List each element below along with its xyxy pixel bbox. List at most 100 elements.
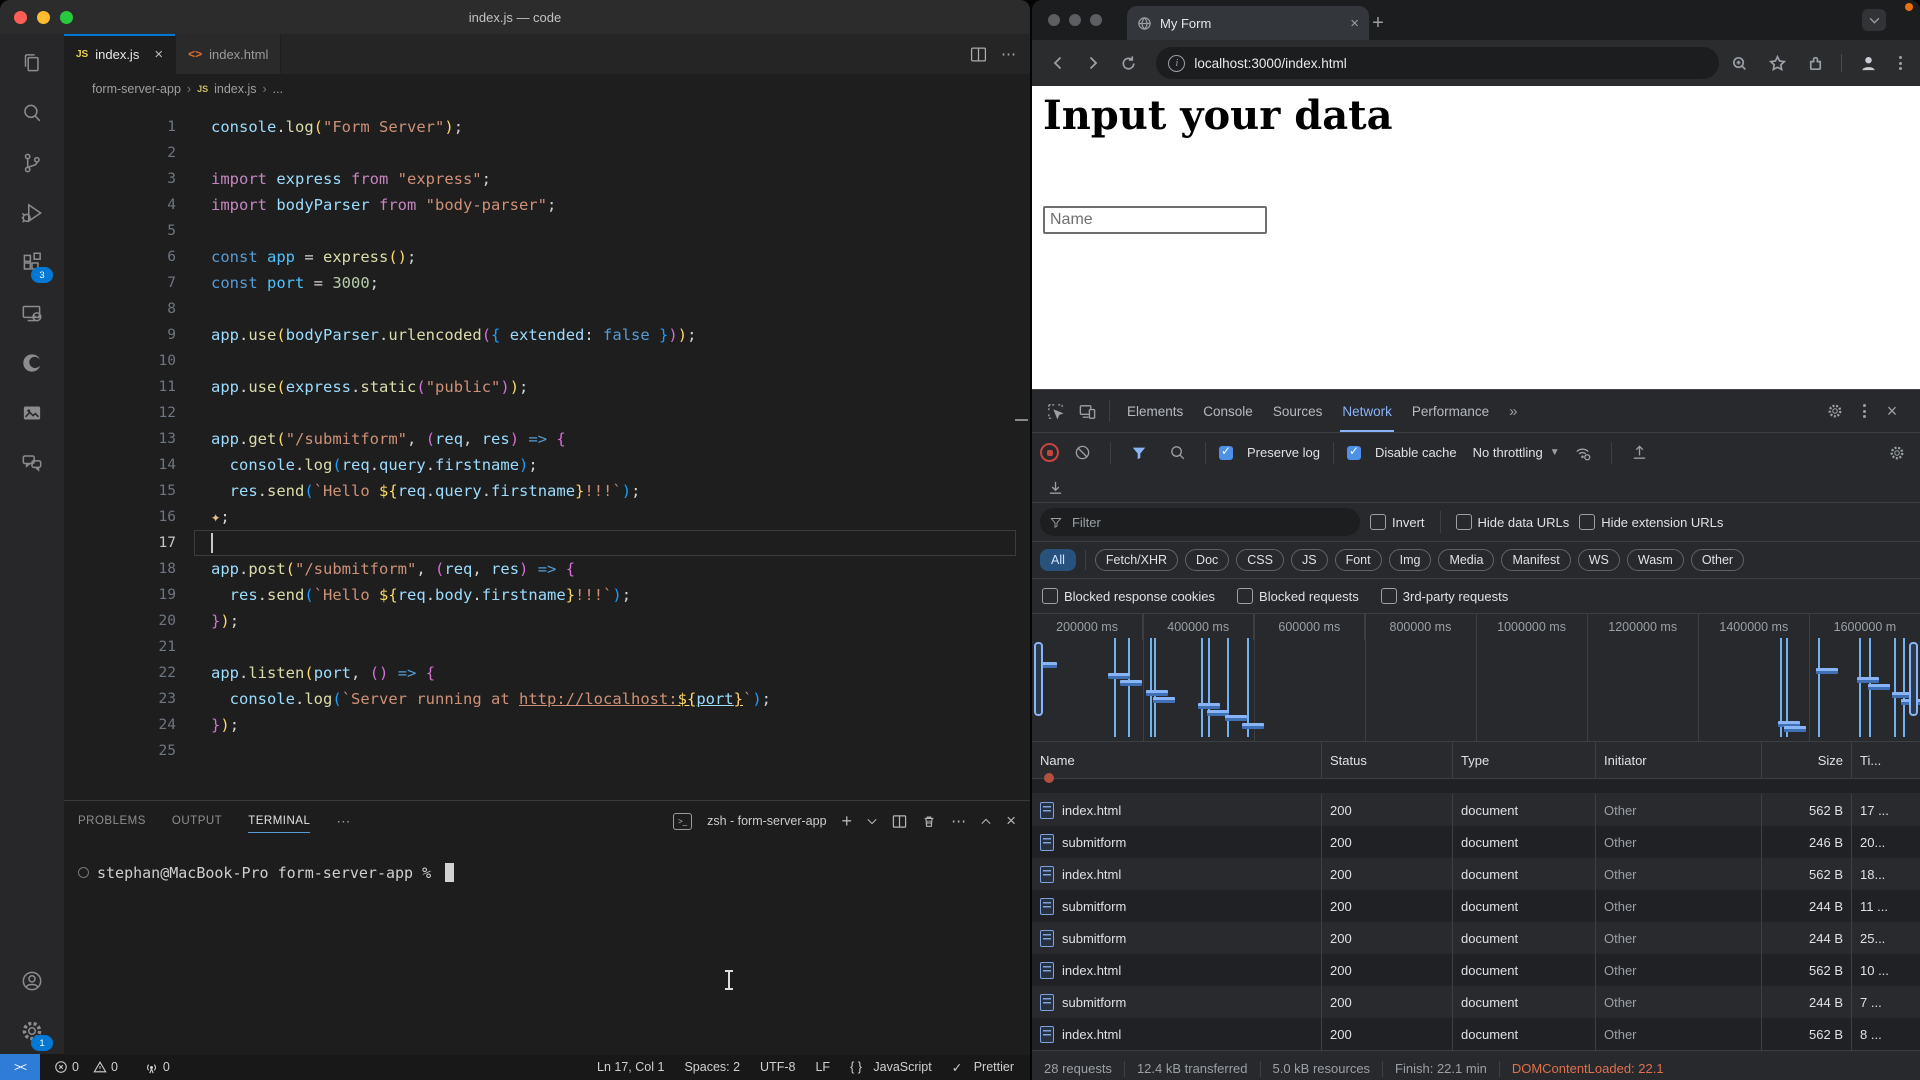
type-cell[interactable]: document xyxy=(1453,890,1596,922)
encoding-indicator[interactable]: UTF-8 xyxy=(760,1060,795,1074)
editor-more-actions-icon[interactable]: ⋯ xyxy=(1001,45,1016,63)
requests-table-header[interactable]: Name Status Type Initiator Size Ti... xyxy=(1032,742,1920,779)
table-row[interactable]: submitform 200 document Other 244 B 11 ... xyxy=(1032,890,1920,922)
breadcrumb[interactable]: form-server-app › JS index.js › ... xyxy=(64,74,1030,104)
ports-indicator[interactable]: 0 xyxy=(144,1060,170,1075)
filter-chip-manifest[interactable]: Manifest xyxy=(1501,549,1571,571)
code-line-11[interactable]: 11 app.use(express.static("public")); xyxy=(64,374,1030,400)
code-line-13[interactable]: 13 app.get("/submitform", (req, res) => { xyxy=(64,426,1030,452)
code-line-16[interactable]: 16 ✦; xyxy=(64,504,1030,530)
size-cell[interactable]: 562 B xyxy=(1762,1018,1852,1050)
table-row[interactable]: index.html 200 document Other 562 B8 ... xyxy=(1032,1018,1920,1050)
initiator-cell[interactable]: Other xyxy=(1596,890,1762,922)
initiator-cell[interactable]: Other xyxy=(1596,1018,1762,1050)
request-name-cell[interactable]: index.html xyxy=(1032,794,1322,826)
reload-icon[interactable] xyxy=(1113,47,1144,79)
devtools-tab-console[interactable]: Console xyxy=(1193,390,1263,432)
import-har-icon[interactable] xyxy=(1040,472,1070,502)
preserve-log-label[interactable]: Preserve log xyxy=(1247,445,1320,460)
accounts-icon[interactable] xyxy=(8,958,56,1004)
type-cell[interactable]: document xyxy=(1453,826,1596,858)
request-name-cell[interactable]: submitform xyxy=(1032,922,1322,954)
terminal[interactable]: stephan@MacBook-Pro form-server-app % xyxy=(78,863,455,882)
time-cell[interactable]: 8 ... xyxy=(1852,1018,1920,1050)
panel-tab-problems[interactable]: PROBLEMS xyxy=(78,801,146,841)
media-preview-icon[interactable] xyxy=(8,390,56,436)
time-cell[interactable]: 10 ... xyxy=(1852,954,1920,986)
settings-gear-icon[interactable]: 1 xyxy=(8,1008,56,1054)
initiator-cell[interactable]: Other xyxy=(1596,986,1762,1018)
code-line-12[interactable]: 12 xyxy=(64,400,1030,426)
timeline-right-handle[interactable] xyxy=(1909,642,1918,716)
code-line-25[interactable]: 25 xyxy=(64,738,1030,764)
devtools-tab-performance[interactable]: Performance xyxy=(1402,390,1499,432)
filter-chip-fetchxhr[interactable]: Fetch/XHR xyxy=(1094,549,1179,571)
status-cell[interactable]: 200 xyxy=(1322,858,1453,890)
code-editor[interactable]: 1 console.log("Form Server"); 2 3 import exp… xyxy=(64,104,1030,800)
checkbox[interactable] xyxy=(1042,588,1058,604)
hide-data-urls-checkbox[interactable]: Hide data URLs xyxy=(1455,514,1569,530)
bookmark-star-icon[interactable] xyxy=(1761,47,1793,79)
request-name-cell[interactable]: index.html xyxy=(1032,954,1322,986)
status-cell[interactable]: 200 xyxy=(1322,794,1453,826)
status-cell[interactable]: 200 xyxy=(1322,922,1453,954)
status-cell[interactable]: 200 xyxy=(1322,986,1453,1018)
code-line-1[interactable]: 1 console.log("Form Server"); xyxy=(64,114,1030,140)
disable-cache-checkbox[interactable] xyxy=(1346,444,1361,460)
type-cell[interactable]: document xyxy=(1453,922,1596,954)
new-tab-button[interactable]: + xyxy=(1365,10,1391,36)
record-network-log-icon[interactable] xyxy=(1040,443,1059,462)
formatter-indicator[interactable]: ✓ Prettier xyxy=(952,1060,1014,1075)
initiator-cell[interactable]: Other xyxy=(1596,922,1762,954)
close-window-button[interactable] xyxy=(1048,14,1060,26)
filter-chip-doc[interactable]: Doc xyxy=(1185,549,1230,571)
column-header-initiator[interactable]: Initiator xyxy=(1596,742,1762,778)
kill-terminal-icon[interactable] xyxy=(922,814,936,829)
initiator-cell[interactable]: Other xyxy=(1596,794,1762,826)
initiator-cell[interactable]: Other xyxy=(1596,826,1762,858)
hide-extension-urls-checkbox[interactable]: Hide extension URLs xyxy=(1579,514,1723,530)
vscode-titlebar[interactable]: index.js — code xyxy=(0,0,1030,34)
filter-icon[interactable] xyxy=(1124,438,1154,468)
tab-close-icon[interactable]: × xyxy=(154,46,163,63)
invert-checkbox[interactable]: Invert xyxy=(1370,514,1425,530)
back-icon[interactable] xyxy=(1042,47,1073,79)
code-line-23[interactable]: 23 console.log(`Server running at http:/… xyxy=(64,686,1030,712)
filter-chip-font[interactable]: Font xyxy=(1334,549,1382,571)
remote-explorer-icon[interactable] xyxy=(8,290,56,336)
filter-chip-media[interactable]: Media xyxy=(1438,549,1495,571)
blocked-requests-checkbox[interactable]: Blocked requests xyxy=(1237,588,1359,604)
code-line-9[interactable]: 9 app.use(bodyParser.urlencoded({ extende… xyxy=(64,322,1030,348)
new-terminal-icon[interactable]: + xyxy=(842,811,853,832)
size-cell[interactable]: 562 B xyxy=(1762,794,1852,826)
minimize-window-button[interactable] xyxy=(1069,14,1081,26)
breadcrumb-file[interactable]: index.js xyxy=(214,82,256,96)
time-cell[interactable]: 20... xyxy=(1852,826,1920,858)
url-text[interactable]: localhost:3000/index.html xyxy=(1194,56,1346,71)
filter-chip-all[interactable]: All xyxy=(1040,549,1076,571)
type-cell[interactable]: document xyxy=(1453,1018,1596,1050)
-rd-party-requests-checkbox[interactable]: 3rd-party requests xyxy=(1380,588,1508,604)
status-cell[interactable]: 200 xyxy=(1322,826,1453,858)
timeline-left-handle[interactable] xyxy=(1034,642,1043,716)
time-cell[interactable]: 7 ... xyxy=(1852,986,1920,1018)
column-header-type[interactable]: Type xyxy=(1453,742,1596,778)
preserve-log-checkbox[interactable] xyxy=(1219,444,1233,460)
editor-tab-index.js[interactable]: JS index.js × xyxy=(64,34,177,74)
request-name-cell[interactable]: submitform xyxy=(1032,890,1322,922)
type-cell[interactable]: document xyxy=(1453,858,1596,890)
column-header-name[interactable]: Name xyxy=(1032,742,1322,778)
profile-avatar[interactable] xyxy=(1852,47,1884,79)
code-line-18[interactable]: 18 app.post("/submitform", (req, res) => … xyxy=(64,556,1030,582)
table-row[interactable]: submitform 200 document Other 244 B7 ... xyxy=(1032,986,1920,1018)
browser-tab[interactable]: My Form × xyxy=(1127,6,1369,40)
extensions-icon[interactable]: 3 xyxy=(8,240,56,286)
column-header-ti[interactable]: Ti... xyxy=(1852,742,1920,778)
filter-chip-css[interactable]: CSS xyxy=(1236,549,1284,571)
devtools-close-icon[interactable]: × xyxy=(1878,401,1906,422)
code-line-17[interactable]: 17 xyxy=(64,530,1030,556)
close-panel-icon[interactable]: × xyxy=(1006,811,1016,831)
code-line-20[interactable]: 20}); xyxy=(64,608,1030,634)
type-cell[interactable]: document xyxy=(1453,954,1596,986)
filter-chip-ws[interactable]: WS xyxy=(1577,549,1620,571)
